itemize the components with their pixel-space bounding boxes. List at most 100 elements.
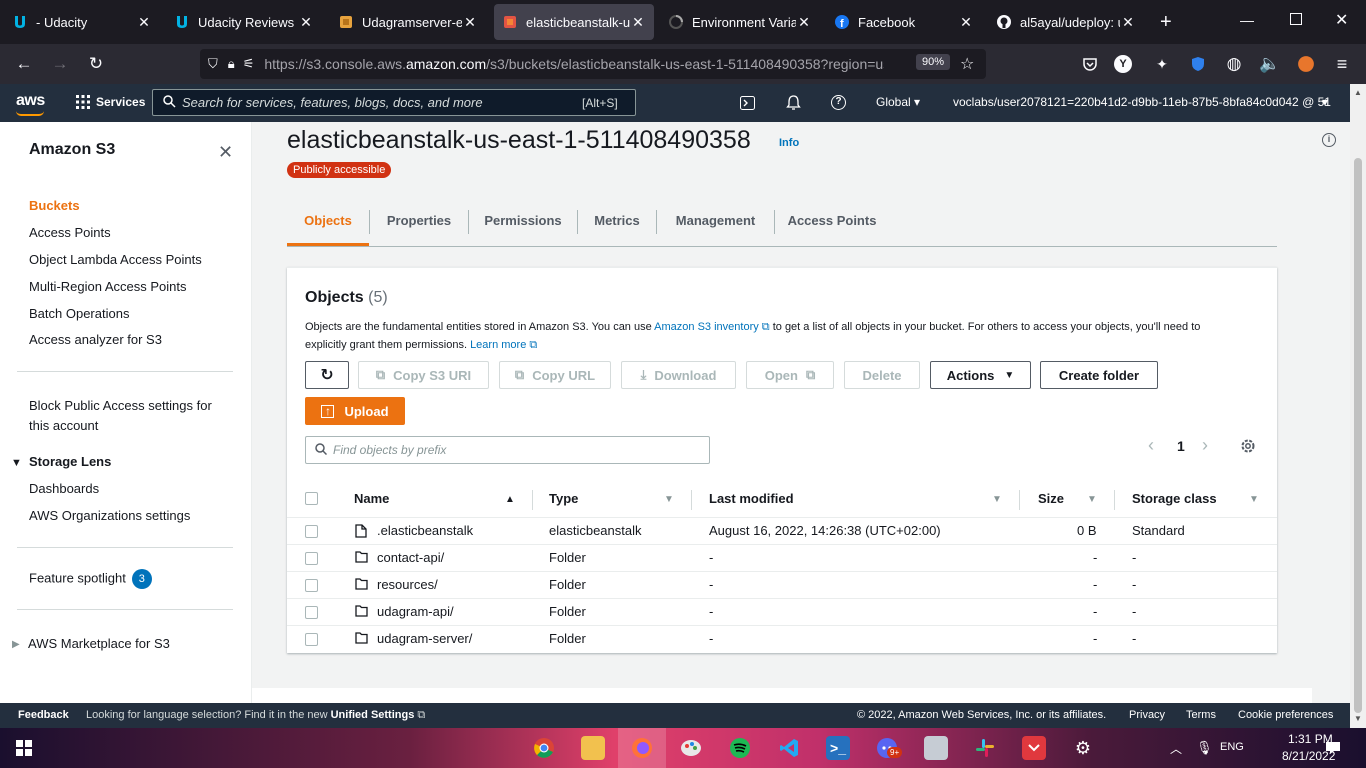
paint-icon[interactable]	[679, 736, 703, 760]
services-menu[interactable]: Services	[96, 95, 145, 109]
aws-search-input[interactable]	[182, 95, 582, 110]
column-header-last-modified[interactable]: Last modified	[709, 484, 794, 519]
sidebar-item-dashboards[interactable]: Dashboards	[29, 481, 99, 496]
row-checkbox[interactable]	[305, 579, 318, 592]
sidebar-item-block-public-access[interactable]: Block Public Access settings for this acc…	[29, 396, 212, 436]
window-close-icon[interactable]: ✕	[1335, 10, 1348, 30]
help-icon[interactable]: ?	[831, 95, 846, 110]
page-number[interactable]: 1	[1177, 438, 1185, 454]
scroll-up-icon[interactable]: ▲	[1354, 88, 1362, 97]
tab-github[interactable]: al5ayal/udeploy: ud ✕	[988, 4, 1144, 40]
new-tab-button[interactable]: +	[1152, 4, 1182, 40]
sort-ascending-icon[interactable]: ▲	[505, 494, 515, 505]
object-name-link[interactable]: contact-api/	[377, 550, 444, 565]
tracking-shield-icon[interactable]: ⛉	[208, 56, 218, 72]
open-button[interactable]: Open ⧉	[746, 361, 834, 389]
bookmark-star-icon[interactable]: ☆	[960, 54, 974, 74]
sidebar-item-feature-spotlight[interactable]: Feature spotlight 3	[29, 569, 152, 589]
caret-down-icon[interactable]: ▼	[11, 457, 22, 469]
prefix-filter-input[interactable]	[333, 443, 703, 457]
notifications-bell-icon[interactable]	[786, 95, 801, 113]
shield-icon[interactable]	[1186, 52, 1210, 76]
slack-icon[interactable]	[973, 736, 997, 760]
info-link[interactable]: Info	[779, 137, 799, 149]
address-bar[interactable]: ⛉ 🔒︎ ⚟ https://s3.console.aws.amazon.com…	[200, 49, 986, 79]
permissions-icon[interactable]: ⚟	[243, 56, 255, 72]
column-header-storage-class[interactable]: Storage class	[1132, 484, 1217, 519]
tab-metrics[interactable]: Metrics	[578, 200, 656, 246]
column-header-name[interactable]: Name	[354, 484, 389, 519]
close-icon[interactable]: ✕	[1120, 14, 1136, 31]
table-row[interactable]: contact-api/ Folder - - -	[287, 544, 1277, 571]
prefix-filter[interactable]	[305, 436, 710, 464]
select-all-checkbox[interactable]	[305, 492, 318, 505]
sidebar-item-access-analyzer[interactable]: Access analyzer for S3	[29, 332, 162, 347]
column-header-size[interactable]: Size	[1038, 484, 1064, 519]
photos-icon[interactable]	[924, 736, 948, 760]
tab-udacity-reviews[interactable]: Udacity Reviews ✕	[166, 4, 322, 40]
microphone-icon[interactable]: 🎙︎	[1196, 740, 1213, 756]
sort-icon[interactable]: ▼	[1087, 494, 1097, 505]
reload-icon[interactable]: ↻	[84, 52, 108, 76]
close-icon[interactable]: ✕	[630, 14, 646, 31]
close-icon[interactable]: ✕	[136, 14, 152, 31]
pocket-icon[interactable]	[1078, 52, 1102, 76]
settings-gear-icon[interactable]	[1240, 438, 1256, 457]
close-sidebar-icon[interactable]: ✕	[218, 142, 233, 163]
extension-rocket-icon[interactable]: ✦	[1150, 52, 1174, 76]
tab-facebook[interactable]: f Facebook ✕	[826, 4, 982, 40]
sidebar-item-org-settings[interactable]: AWS Organizations settings	[29, 508, 190, 523]
aws-search-box[interactable]: [Alt+S]	[152, 89, 636, 116]
delete-button[interactable]: Delete	[844, 361, 920, 389]
extension-orange-icon[interactable]	[1294, 52, 1318, 76]
chevron-up-icon[interactable]: ︿	[1170, 740, 1182, 757]
sidebar-item-object-lambda[interactable]: Object Lambda Access Points	[29, 252, 202, 267]
feedback-link[interactable]: Feedback	[18, 709, 69, 721]
aws-logo[interactable]: aws	[16, 92, 45, 110]
cookie-preferences-link[interactable]: Cookie preferences	[1238, 709, 1333, 721]
sound-icon[interactable]: 🔈	[1258, 52, 1282, 76]
spotify-icon[interactable]	[728, 736, 752, 760]
row-checkbox[interactable]	[305, 552, 318, 565]
menu-icon[interactable]: ≡	[1330, 52, 1354, 76]
close-icon[interactable]: ✕	[796, 14, 812, 31]
sort-icon[interactable]: ▼	[1249, 494, 1259, 505]
chrome-icon[interactable]	[532, 736, 556, 760]
sidebar-item-multi-region[interactable]: Multi-Region Access Points	[29, 279, 187, 294]
minimize-icon[interactable]: —	[1240, 12, 1254, 28]
tab-objects[interactable]: Objects	[287, 200, 369, 246]
back-icon[interactable]: ←	[12, 52, 36, 76]
upload-button[interactable]: ↑ Upload	[305, 397, 405, 425]
column-header-type[interactable]: Type	[549, 484, 578, 519]
tab-management[interactable]: Management	[657, 200, 774, 246]
pocket-app-icon[interactable]	[1022, 736, 1046, 760]
learn-more-link[interactable]: Learn more	[470, 339, 526, 351]
sort-icon[interactable]: ▼	[992, 494, 1002, 505]
close-icon[interactable]: ✕	[958, 14, 974, 31]
sidebar-section-storage-lens[interactable]: Storage Lens	[29, 454, 111, 469]
language-indicator[interactable]: ENG	[1220, 741, 1244, 753]
account-menu[interactable]: voclabs/user2078121=220b41d2-d9bb-11eb-8…	[953, 95, 1331, 109]
table-row[interactable]: udagram-api/ Folder - - -	[287, 598, 1277, 625]
tab-properties[interactable]: Properties	[370, 200, 468, 246]
windows-start-icon[interactable]	[16, 740, 32, 759]
object-name-link[interactable]: udagram-server/	[377, 631, 472, 646]
row-checkbox[interactable]	[305, 606, 318, 619]
close-icon[interactable]: ✕	[462, 14, 478, 31]
object-name-link[interactable]: .elasticbeanstalk	[377, 523, 473, 538]
extension-y-icon[interactable]: Y	[1114, 55, 1132, 73]
sort-icon[interactable]: ▼	[664, 494, 674, 505]
table-row[interactable]: .elasticbeanstalk elasticbeanstalk Augus…	[287, 517, 1277, 544]
object-name-link[interactable]: udagram-api/	[377, 604, 454, 619]
url-text[interactable]: https://s3.console.aws.amazon.com/s3/buc…	[264, 56, 884, 72]
vscode-icon[interactable]	[777, 736, 801, 760]
prev-page-icon[interactable]: ‹	[1148, 435, 1154, 456]
next-page-icon[interactable]: ›	[1202, 435, 1208, 456]
tab-elasticbeanstalk[interactable]: elasticbeanstalk-us- ✕	[494, 4, 654, 40]
terms-link[interactable]: Terms	[1186, 709, 1216, 721]
region-selector[interactable]: Global ▾	[876, 95, 920, 109]
tab-permissions[interactable]: Permissions	[469, 200, 577, 246]
unified-settings-link[interactable]: Unified Settings	[331, 709, 415, 721]
privacy-link[interactable]: Privacy	[1129, 709, 1165, 721]
settings-gear-icon[interactable]: ⚙	[1071, 736, 1095, 760]
